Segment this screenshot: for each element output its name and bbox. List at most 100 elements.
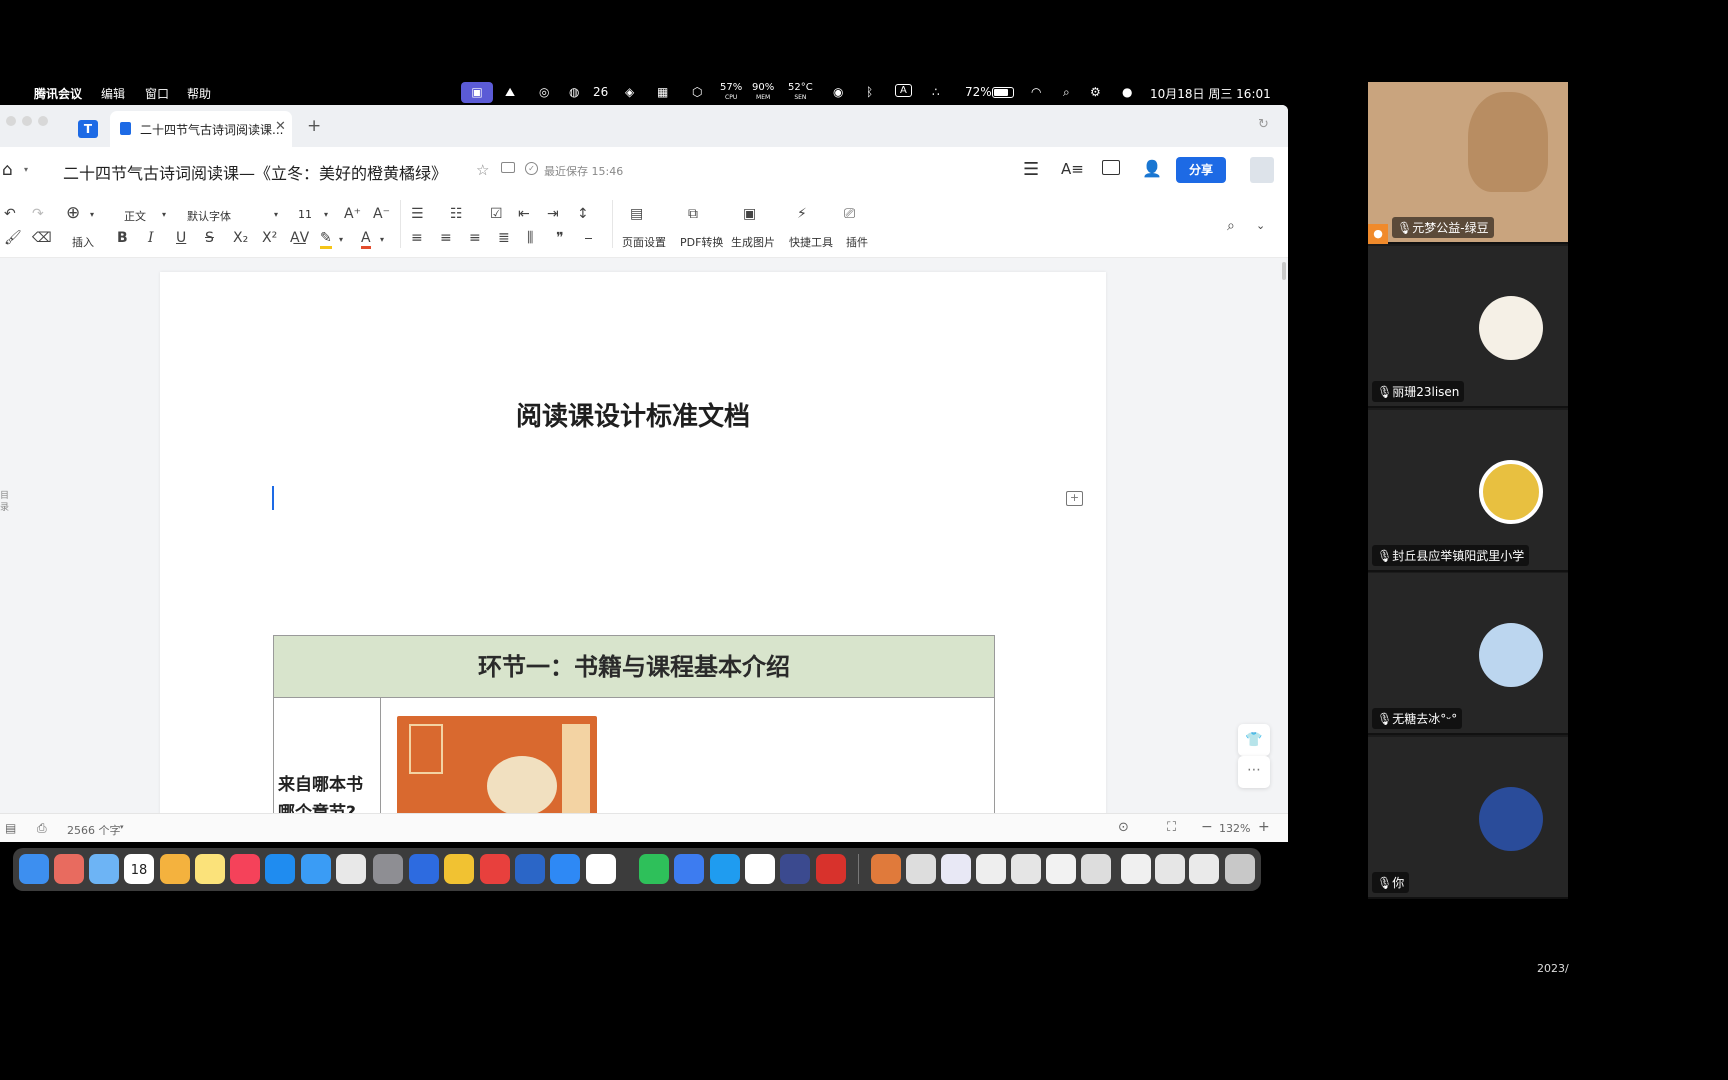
- participant-tile[interactable]: 🎙你: [1368, 737, 1568, 899]
- font-color-icon[interactable]: A: [361, 230, 371, 249]
- input-method-indicator[interactable]: A: [895, 84, 912, 97]
- recent-doc-icon-3[interactable]: [976, 854, 1006, 884]
- photos-icon[interactable]: [160, 854, 190, 884]
- justify-icon[interactable]: ≣: [498, 230, 510, 246]
- play-icon[interactable]: ⊙: [1118, 820, 1129, 835]
- pen-app-icon[interactable]: [336, 854, 366, 884]
- close-tab-icon[interactable]: ✕: [275, 119, 286, 134]
- participant-tile[interactable]: 🎙封丘县应举镇阳武里小学: [1368, 410, 1568, 572]
- superscript-icon[interactable]: X²: [262, 230, 277, 246]
- notes-icon[interactable]: [195, 854, 225, 884]
- system-settings-icon[interactable]: [373, 854, 403, 884]
- undo-icon[interactable]: ↶: [4, 206, 16, 222]
- home-icon[interactable]: ⌂: [2, 160, 13, 180]
- pdf-convert-icon[interactable]: ⧉: [688, 206, 698, 222]
- underline-icon[interactable]: U: [176, 230, 186, 246]
- participant-tile-video[interactable]: ● 🎙元梦公益-绿豆: [1368, 82, 1568, 244]
- wechat-dock-icon[interactable]: [639, 854, 669, 884]
- section-table[interactable]: 环节一：书籍与课程基本介绍 来自哪本书 哪个章节?: [273, 635, 995, 813]
- align-center-icon[interactable]: ≡: [440, 230, 452, 246]
- maps-icon[interactable]: [89, 854, 119, 884]
- eraser-icon[interactable]: ⌫: [32, 230, 52, 246]
- calendar-icon[interactable]: 18: [124, 854, 154, 884]
- chrome-icon[interactable]: [444, 854, 474, 884]
- wps-icon[interactable]: [586, 854, 616, 884]
- fullscreen-icon[interactable]: ⛶: [1167, 820, 1176, 835]
- recent-doc-icon-2[interactable]: [941, 854, 971, 884]
- menu-app[interactable]: 腾讯会议: [34, 85, 82, 102]
- more-options-icon[interactable]: ⋯: [1238, 756, 1270, 788]
- new-tab-button[interactable]: +: [307, 116, 321, 136]
- style-dropdown-icon[interactable]: ▾: [162, 207, 166, 223]
- downloads-folder-icon[interactable]: [871, 854, 901, 884]
- indent-icon[interactable]: ⇥: [547, 206, 559, 222]
- close-window-icon[interactable]: [6, 116, 16, 126]
- table-header-cell[interactable]: 环节一：书籍与课程基本介绍: [274, 636, 994, 698]
- launchpad-icon[interactable]: [54, 854, 84, 884]
- sync-icon[interactable]: ◎: [539, 85, 549, 99]
- outline-side-tab[interactable]: 目录: [0, 490, 10, 514]
- recent-doc-icon-5[interactable]: [1046, 854, 1076, 884]
- decrease-font-icon[interactable]: A⁻: [373, 206, 390, 222]
- scrollbar-thumb[interactable]: [1282, 262, 1286, 280]
- align-left-icon[interactable]: ≡: [411, 230, 423, 246]
- tab-document[interactable]: 二十四节气古诗词阅读课... ✕: [110, 111, 292, 147]
- checklist-icon[interactable]: ☑: [490, 206, 503, 222]
- bilibili-icon[interactable]: [745, 854, 775, 884]
- inote-icon[interactable]: [515, 854, 545, 884]
- font-color-dropdown-icon[interactable]: ▾: [380, 232, 384, 248]
- highlight-icon[interactable]: ✎: [320, 230, 332, 249]
- font-size-select[interactable]: 11: [298, 208, 312, 221]
- page-setup-icon[interactable]: ▤: [630, 206, 643, 222]
- share-button[interactable]: 分享: [1176, 157, 1226, 183]
- home-dropdown-icon[interactable]: ▾: [24, 165, 28, 174]
- quick-tools-button[interactable]: 快捷工具: [789, 234, 833, 250]
- bluetooth-icon[interactable]: ᛒ: [866, 85, 873, 99]
- subscript-icon[interactable]: X₂: [233, 230, 248, 246]
- bookmark-icon[interactable]: ▦: [657, 85, 668, 99]
- avatar[interactable]: [1250, 157, 1274, 183]
- app-logo-icon[interactable]: T: [78, 120, 98, 138]
- dots-icon[interactable]: ∴: [932, 85, 940, 99]
- mountain-icon[interactable]: ⛰: [505, 85, 515, 100]
- minimize-window-icon[interactable]: [22, 116, 32, 126]
- book-cover-image[interactable]: [397, 716, 597, 813]
- quote-icon[interactable]: ❞: [556, 230, 564, 246]
- size-dropdown-icon[interactable]: ▾: [324, 207, 328, 223]
- temp-stat[interactable]: 52°C SEN: [788, 83, 813, 103]
- generate-image-button[interactable]: 生成图片: [731, 234, 775, 250]
- wifi-icon[interactable]: ◠: [1031, 85, 1041, 99]
- browser-globe-icon[interactable]: [409, 854, 439, 884]
- recent-doc-icon-6[interactable]: [1081, 854, 1111, 884]
- recent-doc-icon-7[interactable]: [1121, 854, 1151, 884]
- outline-menu-icon[interactable]: ☰: [1023, 159, 1039, 180]
- wechat-icon[interactable]: ◍: [569, 85, 579, 99]
- zoom-level[interactable]: 132%: [1219, 822, 1250, 835]
- netease-music-icon[interactable]: [480, 854, 510, 884]
- numbered-list-icon[interactable]: ☷: [450, 206, 463, 222]
- line-spacing-icon[interactable]: ↕: [577, 206, 589, 222]
- outline-toggle-icon[interactable]: ▤: [5, 821, 16, 835]
- presentation-icon[interactable]: [1102, 160, 1120, 175]
- align-right-icon[interactable]: ≡: [469, 230, 481, 246]
- paragraph-style-select[interactable]: 正文: [124, 208, 146, 224]
- recent-doc-icon-9[interactable]: [1189, 854, 1219, 884]
- search-icon[interactable]: ⌕: [1063, 85, 1070, 100]
- recent-doc-icon-4[interactable]: [1011, 854, 1041, 884]
- safari-icon[interactable]: [301, 854, 331, 884]
- layers-icon[interactable]: ◈: [625, 85, 634, 99]
- star-icon[interactable]: ☆: [476, 161, 489, 179]
- insert-icon[interactable]: ⊕: [66, 205, 80, 222]
- plugins-button[interactable]: 插件: [846, 234, 868, 250]
- cpu-stat[interactable]: 57% CPU: [720, 83, 742, 103]
- pdf-convert-button[interactable]: PDF转换: [680, 234, 723, 250]
- menu-window[interactable]: 窗口: [145, 85, 169, 102]
- word-count[interactable]: 2566 个字: [67, 822, 121, 838]
- divider-line-icon[interactable]: ⎯: [585, 230, 592, 246]
- battery-icon[interactable]: [992, 87, 1014, 98]
- outdent-icon[interactable]: ⇤: [518, 206, 530, 222]
- finder-icon[interactable]: [19, 854, 49, 884]
- print-layout-icon[interactable]: ⎙: [37, 821, 47, 836]
- add-comment-icon[interactable]: +: [1066, 491, 1083, 506]
- insert-dropdown-icon[interactable]: ▾: [90, 207, 94, 223]
